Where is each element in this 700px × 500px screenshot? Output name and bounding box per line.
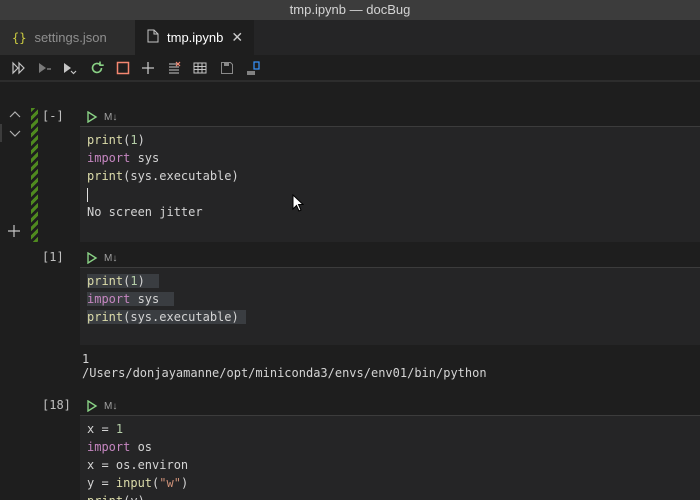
- code-line: import os: [87, 440, 153, 454]
- window-title: tmp.ipynb — docBug: [0, 0, 700, 20]
- run-cell-icon[interactable]: [86, 111, 98, 123]
- run-cell-icon[interactable]: [86, 252, 98, 264]
- code-line: No screen jitter: [87, 205, 203, 219]
- cell-editor[interactable]: print(1) import sys print(sys.executable…: [80, 267, 700, 345]
- export-icon[interactable]: [245, 60, 261, 76]
- execution-count: [-]: [42, 109, 64, 123]
- output-line: /Users/donjayamanne/opt/miniconda3/envs/…: [82, 366, 487, 380]
- code-line: print(sys.executable): [87, 310, 246, 324]
- mouse-pointer-icon: [292, 194, 304, 212]
- code-line: print(sys.executable): [87, 169, 239, 183]
- move-cell-up-icon[interactable]: [8, 108, 22, 122]
- cell-output: 1 /Users/donjayamanne/opt/miniconda3/env…: [80, 352, 487, 380]
- execution-count: [1]: [42, 250, 64, 264]
- code-line: print(y): [80, 492, 700, 500]
- run-above-icon[interactable]: [36, 60, 52, 76]
- output-line: 1: [82, 352, 90, 366]
- json-icon: {}: [12, 30, 27, 45]
- cell-toolbar: M↓: [80, 397, 700, 415]
- run-all-icon[interactable]: [11, 60, 27, 76]
- notebook-editor: [-] M↓ print(1) import sys print(sys.exe…: [0, 84, 700, 500]
- cell-type-toggle[interactable]: M↓: [104, 253, 117, 264]
- clear-outputs-icon[interactable]: [166, 60, 182, 76]
- cell-type-toggle[interactable]: M↓: [104, 401, 117, 412]
- restart-kernel-icon[interactable]: [89, 60, 105, 76]
- code-line: import sys: [87, 292, 174, 306]
- tab-label: settings.json: [34, 30, 107, 45]
- cell-focus-indicator: [31, 108, 38, 242]
- cell-editor[interactable]: print(1) import sys print(sys.executable…: [80, 126, 700, 242]
- add-cell-icon[interactable]: [140, 60, 156, 76]
- execution-count: [18]: [42, 398, 71, 412]
- variables-icon[interactable]: [192, 60, 208, 76]
- cell-type-toggle[interactable]: M↓: [104, 112, 117, 123]
- run-below-icon[interactable]: [61, 60, 77, 76]
- notebook-toolbar: [0, 55, 700, 82]
- code-line: y = input("w"): [87, 476, 189, 490]
- code-line: import sys: [87, 151, 160, 165]
- run-cell-icon[interactable]: [86, 400, 98, 412]
- code-line: [80, 185, 700, 203]
- interrupt-icon[interactable]: [115, 60, 131, 76]
- tab-settings-json[interactable]: {} settings.json: [0, 20, 135, 55]
- code-line: print(1): [87, 133, 145, 147]
- text-cursor: [87, 187, 88, 202]
- notebook-file-icon: [147, 29, 159, 46]
- code-line: x = 1: [87, 422, 124, 436]
- code-line: print(1): [87, 274, 160, 288]
- tab-label: tmp.ipynb: [167, 30, 224, 45]
- code-line: x = os.environ: [87, 458, 189, 472]
- cell-toolbar: M↓: [80, 249, 700, 267]
- tab-tmp-ipynb[interactable]: tmp.ipynb ✕: [135, 20, 254, 55]
- cell-editor[interactable]: x = 1 import os x = os.environ y = input…: [80, 415, 700, 500]
- tab-bar: {} settings.json tmp.ipynb ✕: [0, 20, 700, 55]
- gutter-separator: [0, 124, 2, 142]
- cell-toolbar: M↓: [80, 108, 700, 126]
- move-cell-down-icon[interactable]: [8, 126, 22, 140]
- save-icon[interactable]: [219, 60, 235, 76]
- add-cell-below-icon[interactable]: [7, 224, 21, 238]
- close-icon[interactable]: ✕: [231, 29, 243, 46]
